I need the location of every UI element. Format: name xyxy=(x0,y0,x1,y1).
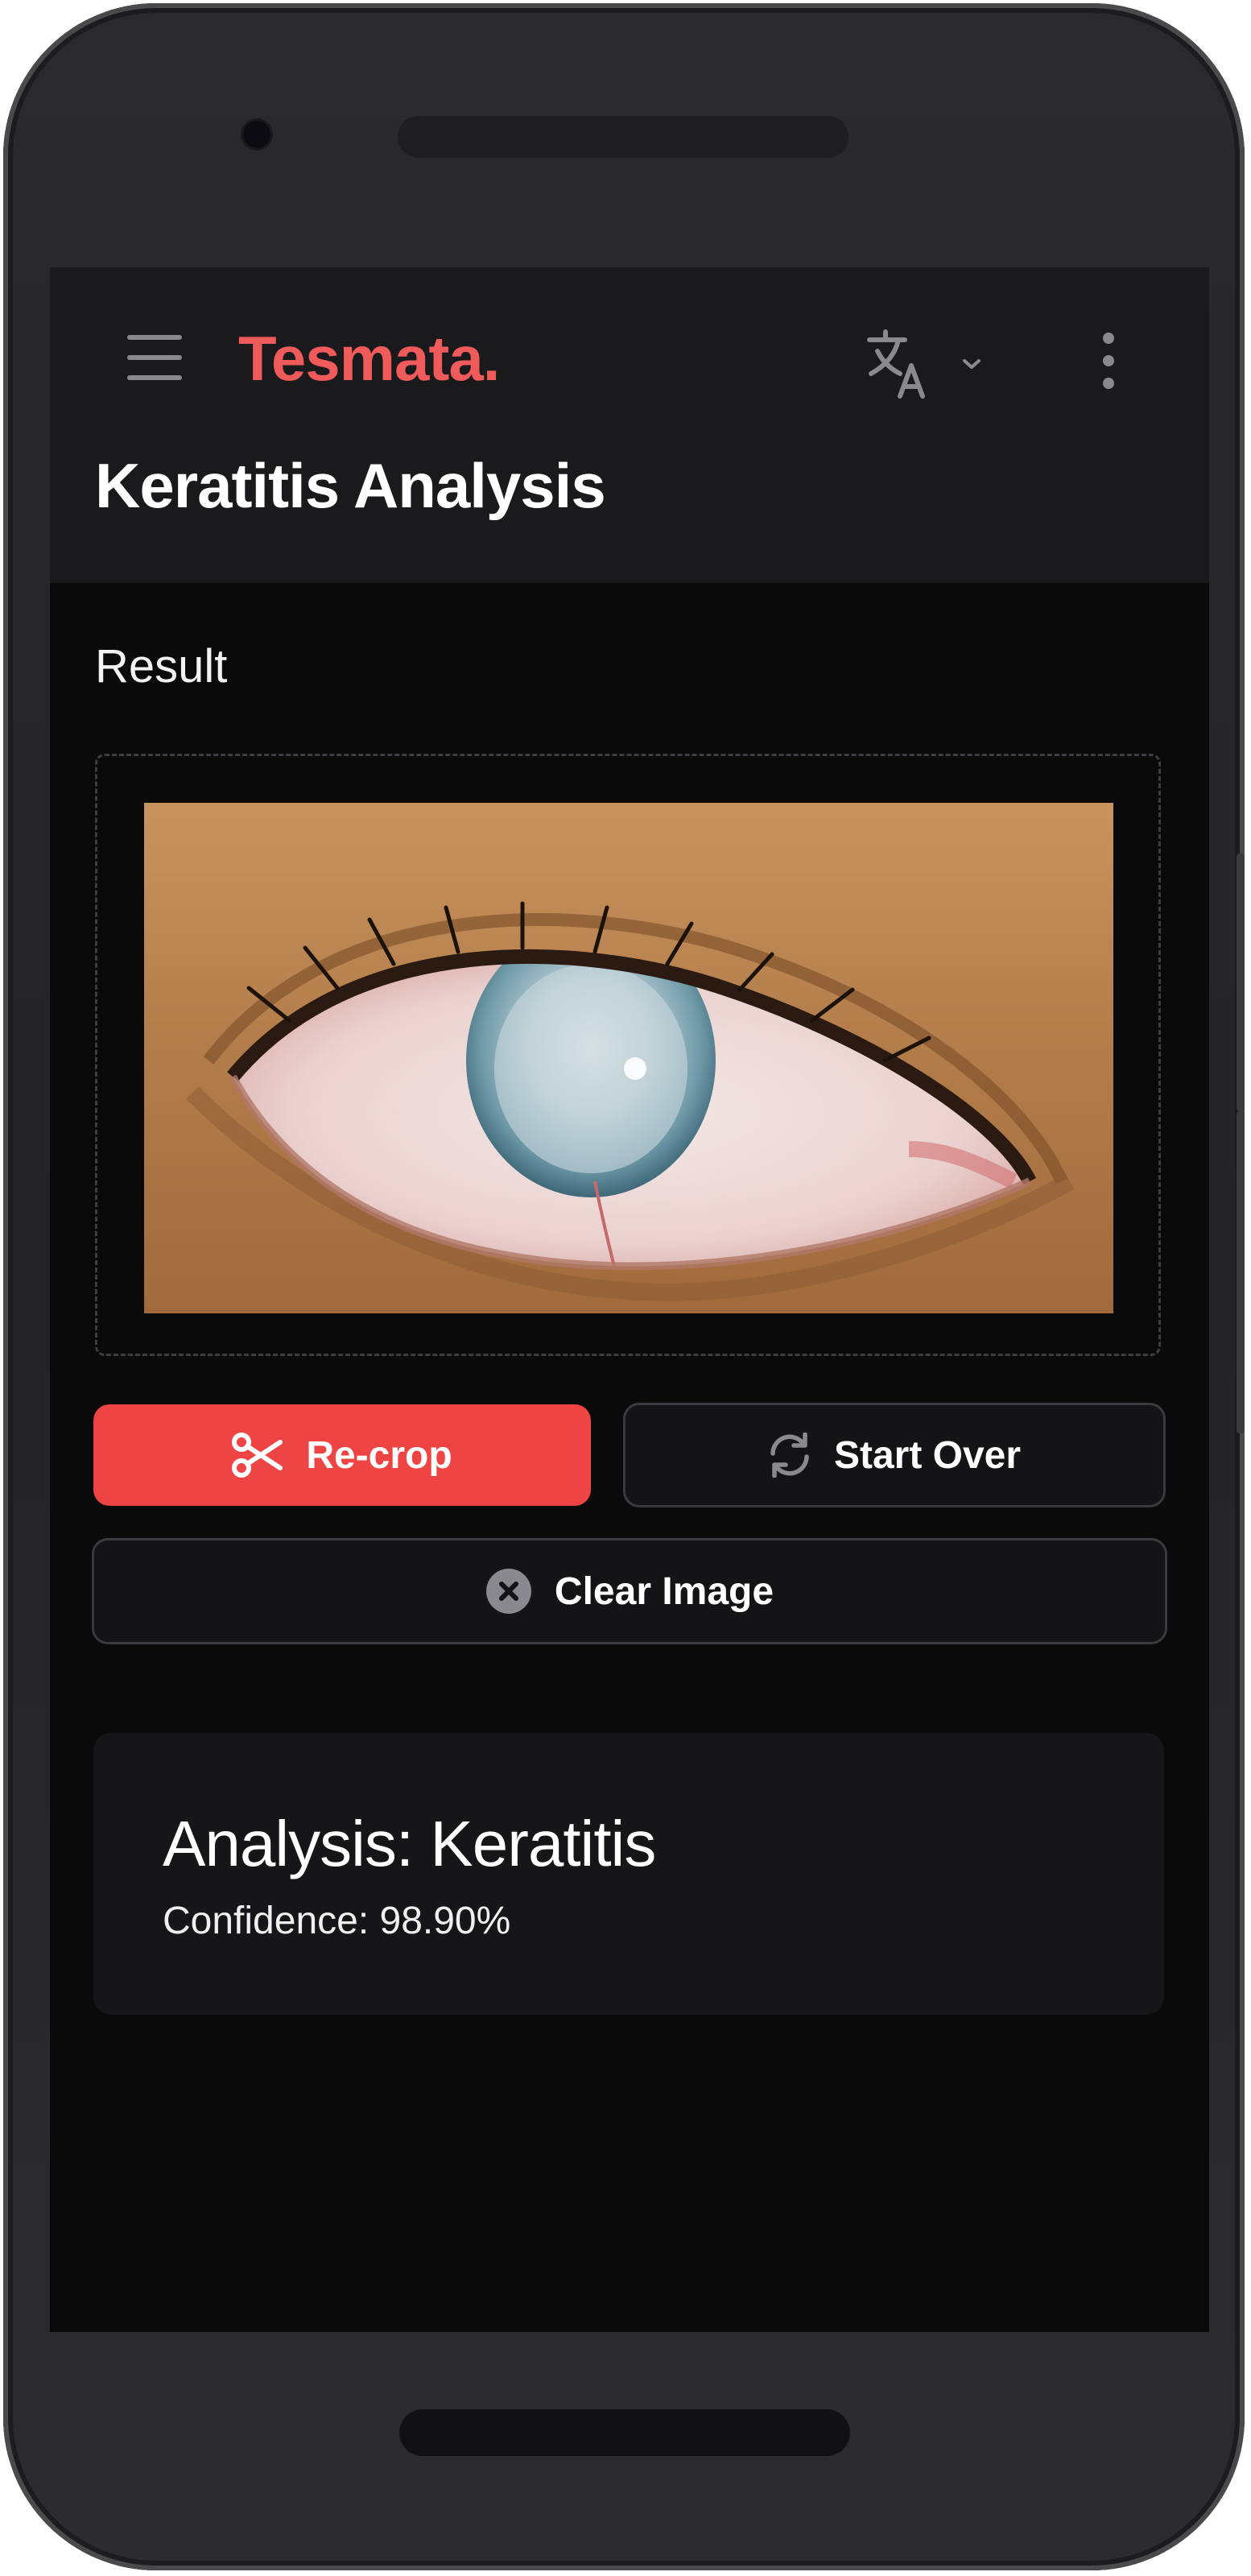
app-screen: Tesmata. Keratitis Analysis Result Re-cr… xyxy=(50,267,1209,2332)
close-circle-icon xyxy=(485,1569,531,1614)
start-over-button-label: Start Over xyxy=(833,1433,1022,1477)
earpiece-speaker xyxy=(398,116,848,158)
more-vertical-icon[interactable] xyxy=(1088,329,1129,401)
language-selector[interactable] xyxy=(865,324,993,404)
scissors-icon xyxy=(232,1433,283,1478)
clear-image-button-label: Clear Image xyxy=(554,1569,774,1613)
recrop-button-label: Re-crop xyxy=(306,1433,452,1477)
power-button xyxy=(1237,854,1245,1111)
bottom-speaker xyxy=(399,2409,850,2456)
phone-frame: Tesmata. Keratitis Analysis Result Re-cr… xyxy=(3,3,1245,2570)
app-header: Tesmata. Keratitis Analysis xyxy=(50,267,1209,583)
hamburger-menu-icon[interactable] xyxy=(127,335,184,380)
chevron-down-icon xyxy=(963,359,981,369)
analysis-result-card: Analysis: Keratitis Confidence: 98.90% xyxy=(93,1733,1164,2015)
clear-image-button[interactable]: Clear Image xyxy=(92,1538,1167,1644)
translate-icon xyxy=(867,329,925,399)
image-preview-frame xyxy=(95,754,1161,1356)
refresh-icon xyxy=(770,1433,809,1478)
eye-photo xyxy=(144,803,1113,1313)
start-over-button[interactable]: Start Over xyxy=(623,1403,1166,1507)
recrop-button[interactable]: Re-crop xyxy=(93,1404,591,1506)
brand-logo: Tesmata. xyxy=(238,323,500,394)
volume-button xyxy=(1237,1111,1245,1433)
page-title: Keratitis Analysis xyxy=(95,450,606,521)
result-section-label: Result xyxy=(95,640,228,693)
analysis-title: Analysis: Keratitis xyxy=(163,1808,656,1879)
analysis-confidence: Confidence: 98.90% xyxy=(163,1900,511,1942)
front-camera xyxy=(243,121,270,148)
